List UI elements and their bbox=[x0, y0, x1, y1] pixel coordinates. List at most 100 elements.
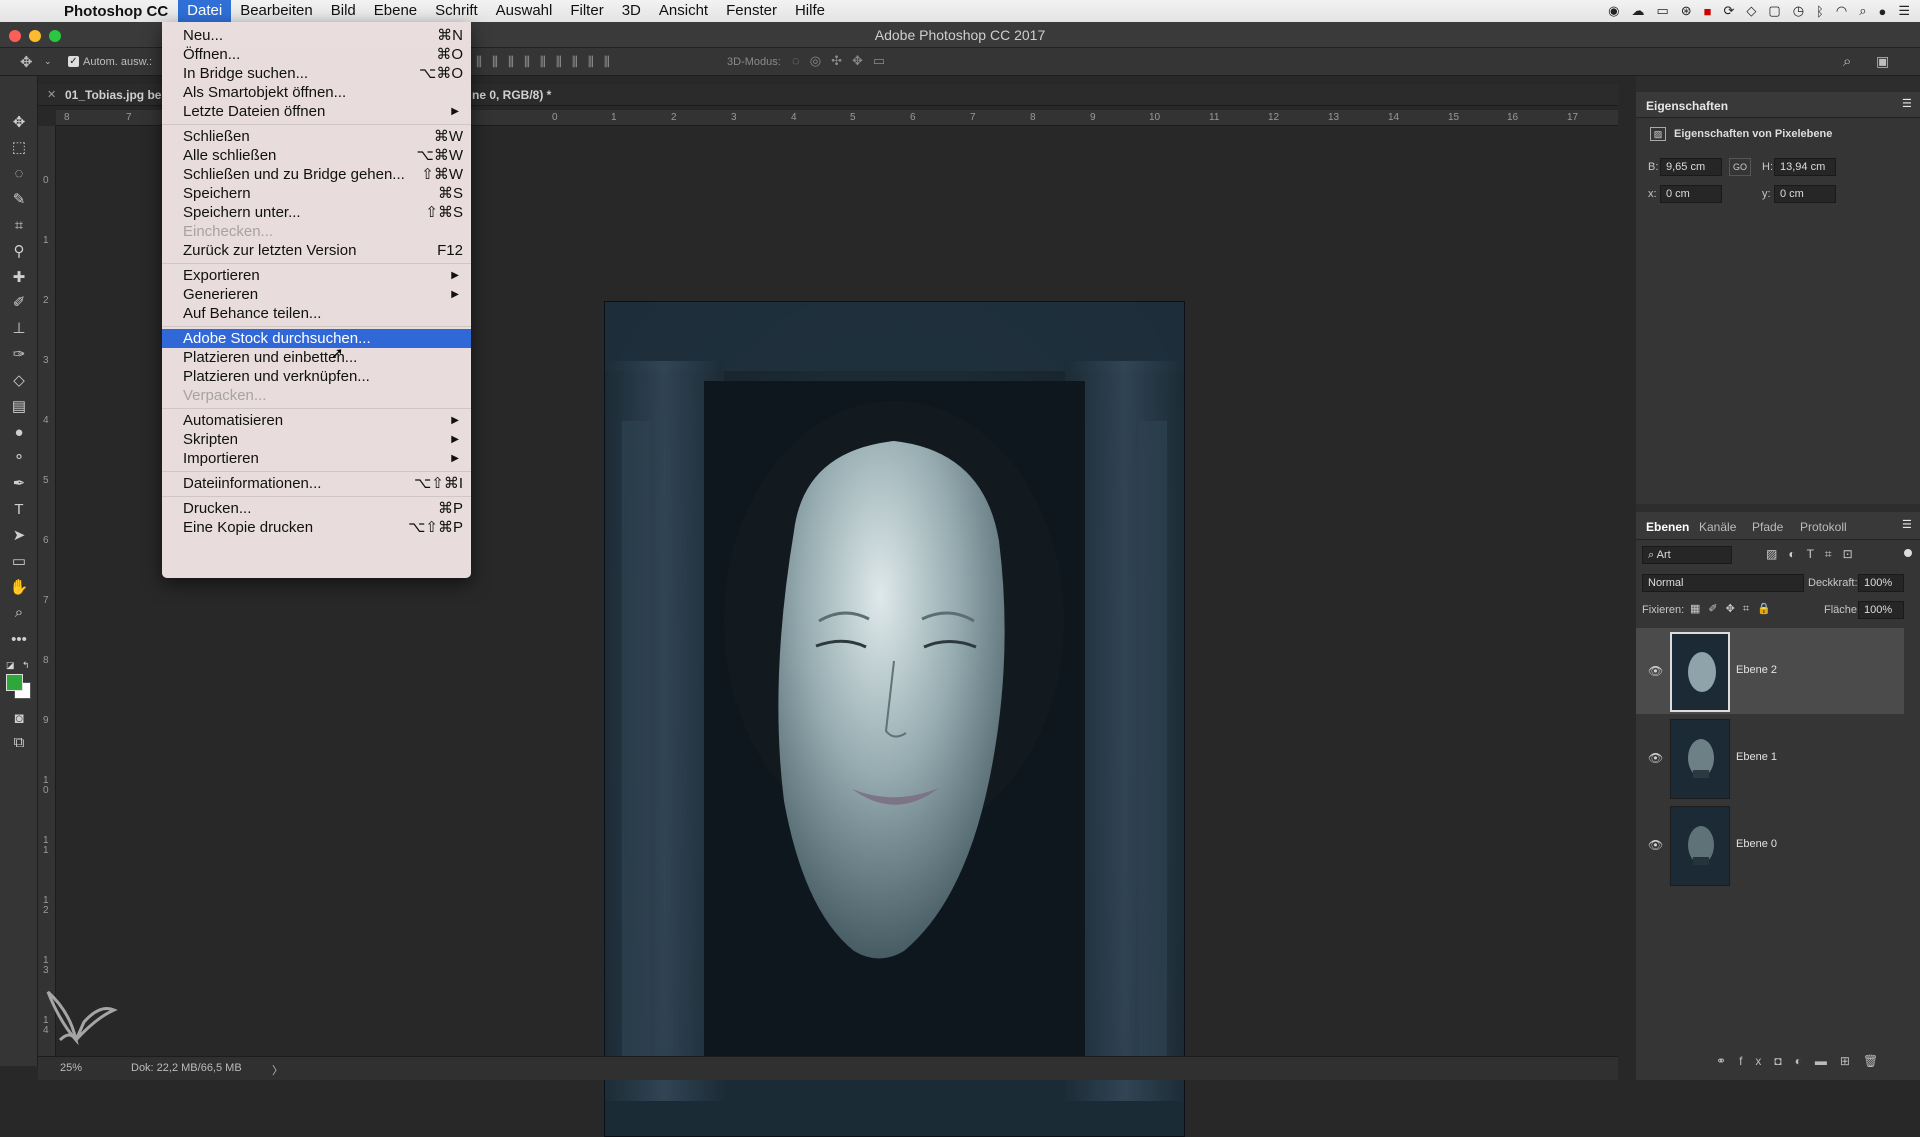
zoom-level[interactable]: 25% bbox=[60, 1062, 82, 1074]
align-buttons[interactable]: ⫼⫼⫼⫼⫼⫼⫼⫼⫼ bbox=[476, 54, 620, 70]
menu-item[interactable]: Neu... ⌘N bbox=[162, 26, 471, 45]
menu-item[interactable]: In Bridge suchen... ⌥⌘O bbox=[162, 64, 471, 83]
wifi-icon[interactable]: ◠ bbox=[1836, 3, 1847, 19]
y-field[interactable]: 0 cm bbox=[1774, 185, 1836, 203]
tab-protokoll[interactable]: Protokoll bbox=[1800, 520, 1847, 534]
fx-icon[interactable]: fx bbox=[1739, 1054, 1774, 1068]
spotlight-search-icon[interactable]: ⌕ bbox=[1859, 3, 1866, 19]
layers-panel-menu-icon[interactable]: ☰ bbox=[1902, 518, 1912, 531]
type-tool-icon[interactable]: T bbox=[8, 499, 30, 521]
document-tab[interactable]: 01_Tobias.jpg be bbox=[65, 88, 161, 102]
menu-item[interactable]: Auf Behance teilen... bbox=[162, 304, 471, 323]
width-field[interactable]: 9,65 cm bbox=[1660, 158, 1722, 176]
hand-tool-icon[interactable]: ✋ bbox=[8, 577, 30, 599]
filter-toggle-icon[interactable] bbox=[1904, 549, 1912, 557]
layer-row[interactable]: 👁 Ebene 0 bbox=[1636, 802, 1904, 888]
dodge-tool-icon[interactable]: ⚬ bbox=[8, 447, 30, 469]
menu-bild[interactable]: Bild bbox=[322, 0, 365, 22]
layer-row[interactable]: 👁 Ebene 2 bbox=[1636, 628, 1904, 714]
layer-name[interactable]: Ebene 2 bbox=[1736, 664, 1777, 676]
lock-icons[interactable]: ▦✐✥⌗🔒 bbox=[1690, 602, 1779, 616]
3d-tool-icons[interactable]: ◌◎✣✥▭ bbox=[792, 53, 895, 69]
height-field[interactable]: 13,94 cm bbox=[1774, 158, 1836, 176]
menu-bearbeiten[interactable]: Bearbeiten bbox=[231, 0, 322, 22]
screen-mode-icon[interactable]: ⧉ bbox=[8, 732, 30, 754]
menu-item[interactable]: Als Smartobjekt öffnen... bbox=[162, 83, 471, 102]
new-layer-icon[interactable]: ⊞ bbox=[1840, 1054, 1863, 1068]
vertical-ruler[interactable]: 01234567891 01 11 21 31 4 bbox=[38, 126, 56, 1056]
gradient-tool-icon[interactable]: ▤ bbox=[8, 396, 30, 418]
visibility-eye-icon[interactable]: 👁 bbox=[1648, 838, 1663, 852]
opacity-field[interactable]: 100% bbox=[1858, 574, 1904, 592]
menu-auswahl[interactable]: Auswahl bbox=[487, 0, 562, 22]
fill-field[interactable]: 100% bbox=[1858, 601, 1904, 619]
rectangle-tool-icon[interactable]: ▭ bbox=[8, 551, 30, 573]
menu-item[interactable]: Schließen ⌘W bbox=[162, 127, 471, 146]
auto-select-checkbox[interactable]: ✓ bbox=[68, 56, 79, 67]
quick-selection-tool-icon[interactable]: ✎ bbox=[8, 189, 30, 211]
menu-item[interactable]: Zurück zur letzten Version F12 bbox=[162, 241, 471, 260]
history-brush-tool-icon[interactable]: ✑ bbox=[8, 344, 30, 366]
menu-fenster[interactable]: Fenster bbox=[717, 0, 786, 22]
notification-center-icon[interactable]: ☰ bbox=[1898, 3, 1910, 19]
link-dimensions-icon[interactable]: GO bbox=[1729, 158, 1751, 176]
menu-schrift[interactable]: Schrift bbox=[426, 0, 487, 22]
bluetooth-icon[interactable]: ᛒ bbox=[1816, 4, 1824, 19]
menu-item[interactable]: Skripten ▶ bbox=[162, 430, 471, 449]
swap-colors-icon[interactable]: ↰ bbox=[22, 660, 30, 671]
layer-name[interactable]: Ebene 1 bbox=[1736, 751, 1777, 763]
app-menu[interactable]: Photoshop CC bbox=[54, 3, 178, 20]
quick-mask-icon[interactable]: ◙ bbox=[8, 708, 30, 730]
menu-item[interactable]: Generieren ▶ bbox=[162, 285, 471, 304]
path-selection-tool-icon[interactable]: ➤ bbox=[8, 525, 30, 547]
marquee-tool-icon[interactable]: ⬚ bbox=[8, 137, 30, 159]
crop-tool-icon[interactable]: ⌗ bbox=[8, 215, 30, 237]
more-tools-icon[interactable]: ••• bbox=[8, 629, 30, 651]
menu-item[interactable]: Importieren ▶ bbox=[162, 449, 471, 468]
link-layers-icon[interactable]: ⚭ bbox=[1716, 1054, 1739, 1068]
menu-item[interactable]: Eine Kopie drucken ⌥⇧⌘P bbox=[162, 518, 471, 537]
layer-name[interactable]: Ebene 0 bbox=[1736, 838, 1777, 850]
record-icon[interactable]: ◉ bbox=[1608, 3, 1619, 19]
tab-ebenen[interactable]: Ebenen bbox=[1646, 520, 1689, 534]
menu-item[interactable]: Automatisieren ▶ bbox=[162, 411, 471, 430]
menu-datei[interactable]: Datei bbox=[178, 0, 232, 22]
foreground-color-swatch[interactable] bbox=[6, 674, 23, 691]
menu-item[interactable]: Adobe Stock durchsuchen... bbox=[162, 329, 471, 348]
clone-stamp-tool-icon[interactable]: ⊥ bbox=[8, 318, 30, 340]
lasso-tool-icon[interactable]: ◌ bbox=[8, 163, 30, 185]
search-icon[interactable]: ⌕ bbox=[1843, 53, 1851, 70]
menu-item[interactable]: Platzieren und verknüpfen... bbox=[162, 367, 471, 386]
creative-cloud-icon[interactable]: ⊛ bbox=[1681, 3, 1692, 19]
dropbox-icon[interactable]: ◇ bbox=[1746, 3, 1756, 19]
zoom-tool-icon[interactable]: ⌕ bbox=[8, 602, 30, 624]
menu-item[interactable]: Platzieren und einbetten... bbox=[162, 348, 471, 367]
menu-ebene[interactable]: Ebene bbox=[365, 0, 426, 22]
move-tool-icon[interactable]: ✥ bbox=[8, 112, 30, 134]
new-group-icon[interactable]: ▬ bbox=[1815, 1054, 1840, 1068]
pen-tool-icon[interactable]: ✒ bbox=[8, 473, 30, 495]
properties-panel-title[interactable]: Eigenschaften bbox=[1646, 99, 1728, 113]
layer-filter-icons[interactable]: ▨◐T⌗⊡ bbox=[1766, 547, 1864, 562]
eyedropper-tool-icon[interactable]: ⚲ bbox=[8, 241, 30, 263]
menu-filter[interactable]: Filter bbox=[561, 0, 612, 22]
menu-3d[interactable]: 3D bbox=[613, 0, 650, 22]
panel-menu-icon[interactable]: ☰ bbox=[1902, 97, 1912, 110]
chevron-down-icon[interactable]: ⌄ bbox=[44, 56, 52, 67]
x-field[interactable]: 0 cm bbox=[1660, 185, 1722, 203]
visibility-eye-icon[interactable]: 👁 bbox=[1648, 664, 1663, 678]
menu-item[interactable]: Letzte Dateien öffnen ▶ bbox=[162, 102, 471, 121]
menu-hilfe[interactable]: Hilfe bbox=[786, 0, 834, 22]
blend-mode-select[interactable]: Normal bbox=[1642, 574, 1804, 592]
monitor-icon[interactable]: ▭ bbox=[1656, 3, 1668, 19]
menu-item[interactable]: Dateiinformationen... ⌥⇧⌘I bbox=[162, 474, 471, 493]
brush-tool-icon[interactable]: ✐ bbox=[8, 292, 30, 314]
menu-item[interactable]: Speichern unter... ⇧⌘S bbox=[162, 203, 471, 222]
menu-item[interactable]: Alle schließen ⌥⌘W bbox=[162, 146, 471, 165]
sync-icon[interactable]: ⟳ bbox=[1724, 3, 1735, 19]
blur-tool-icon[interactable]: ● bbox=[8, 422, 30, 444]
time-machine-icon[interactable]: ◷ bbox=[1793, 3, 1804, 19]
layer-filter-select[interactable]: ⌕ Art bbox=[1642, 546, 1732, 564]
workspace-icon[interactable]: ▣ bbox=[1876, 53, 1889, 70]
adjustment-layer-icon[interactable]: ◐ bbox=[1795, 1054, 1815, 1068]
